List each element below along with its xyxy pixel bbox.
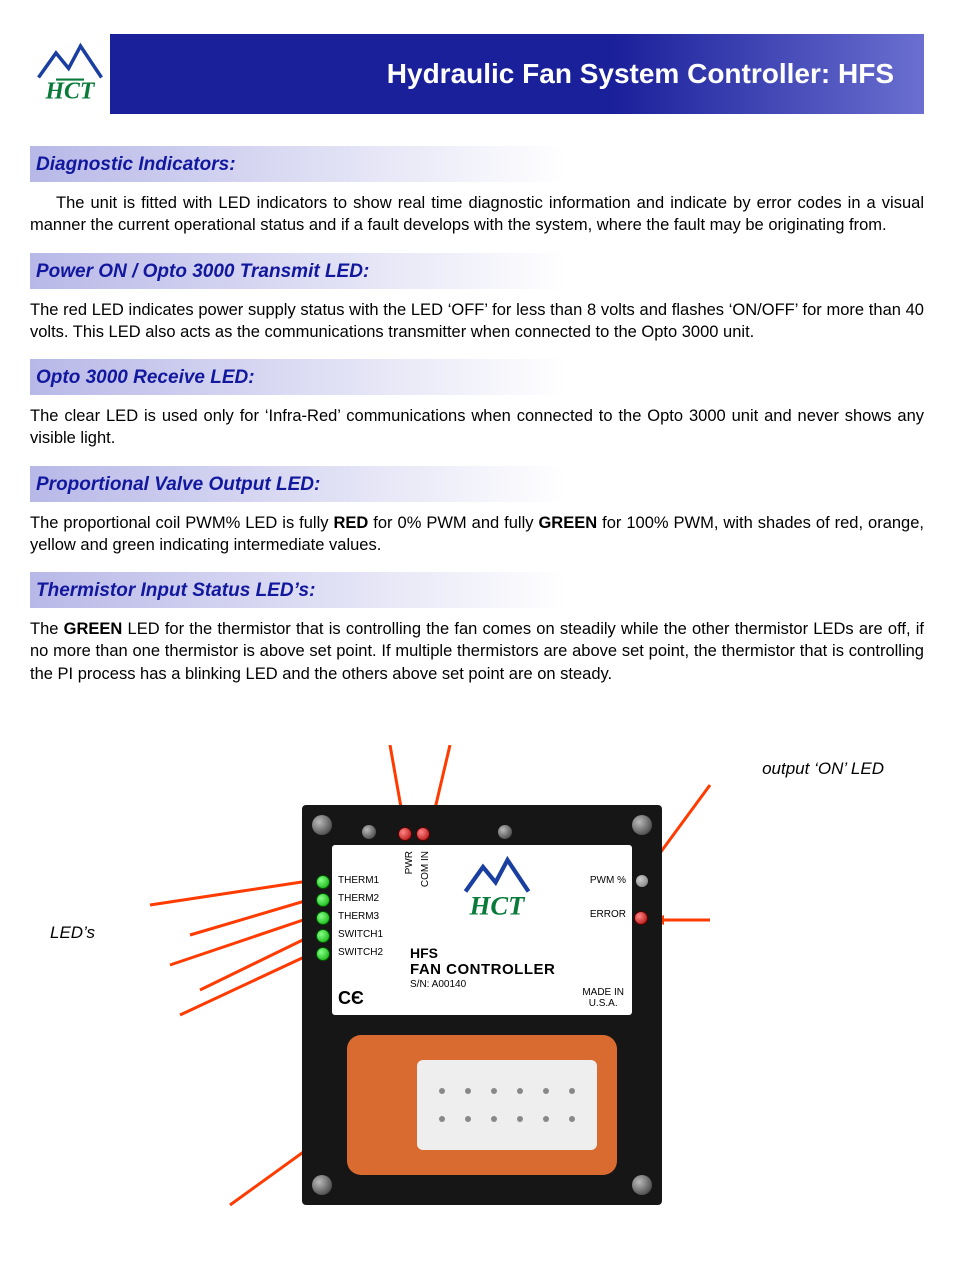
logo: HCT: [30, 34, 110, 114]
label-pwr: PWR: [404, 851, 415, 874]
led-pwm: [636, 875, 648, 887]
ce-mark: CЄ: [338, 988, 364, 1009]
led-therm2: [316, 893, 330, 907]
section-heading: Thermistor Input Status LED’s:: [30, 572, 924, 608]
section-body: The red LED indicates power supply statu…: [30, 299, 924, 344]
label-error: ERROR: [590, 909, 626, 920]
panel-fan-controller: FAN CONTROLLER: [410, 961, 555, 978]
logo-icon: HCT: [35, 39, 105, 109]
led-error: [634, 911, 648, 925]
label-pwm-pct: PWM %: [590, 875, 626, 886]
section-body: The proportional coil PWM% LED is fully …: [30, 512, 924, 557]
callout-leds: LED’s: [50, 923, 95, 943]
callout-output-led: output ‘ON’ LED: [762, 759, 884, 779]
led-com-in: [416, 827, 430, 841]
panel-hfs: HFS: [410, 945, 438, 961]
heading-text: Power ON / Opto 3000 Transmit LED:: [36, 261, 918, 283]
section-body: The GREEN LED for the thermistor that is…: [30, 618, 924, 685]
section-body: The unit is fitted with LED indicators t…: [30, 192, 924, 237]
page-title: Hydraulic Fan System Controller: HFS: [387, 58, 894, 90]
led-switch2: [316, 947, 330, 961]
panel-made-in: MADE IN U.S.A.: [582, 987, 624, 1009]
panel-row-label: SWITCH1: [338, 929, 383, 940]
heading-text: Proportional Valve Output LED:: [36, 474, 918, 496]
device-label-panel: THERM1 THERM2 THERM3 SWITCH1 SWITCH2 PWR COM…: [332, 845, 632, 1015]
section-body: The clear LED is used only for ‘Infra-Re…: [30, 405, 924, 450]
panel-row-label: THERM1: [338, 875, 379, 886]
panel-row-label: THERM3: [338, 911, 379, 922]
svg-text:HCT: HCT: [45, 79, 96, 105]
connector: [347, 1035, 617, 1175]
heading-text: Diagnostic Indicators:: [36, 154, 918, 176]
led-therm1: [316, 875, 330, 889]
panel-logo-icon: HCT: [462, 853, 532, 923]
panel-row-label: THERM2: [338, 893, 379, 904]
led-switch1: [316, 929, 330, 943]
led-pwr: [398, 827, 412, 841]
device-photo: THERM1 THERM2 THERM3 SWITCH1 SWITCH2 PWR COM…: [302, 805, 662, 1205]
heading-text: Opto 3000 Receive LED:: [36, 367, 918, 389]
heading-text: Thermistor Input Status LED’s:: [36, 580, 918, 602]
section-heading: Opto 3000 Receive LED:: [30, 359, 924, 395]
device-figure: output ‘ON’ LED LED’s: [30, 745, 924, 1245]
led-therm3: [316, 911, 330, 925]
panel-row-label: SWITCH2: [338, 947, 383, 958]
panel-sn: S/N: A00140: [410, 979, 466, 990]
section-heading: Proportional Valve Output LED:: [30, 466, 924, 502]
svg-text:HCT: HCT: [469, 891, 526, 921]
label-com-in: COM IN: [420, 851, 431, 887]
section-heading: Power ON / Opto 3000 Transmit LED:: [30, 253, 924, 289]
section-heading: Diagnostic Indicators:: [30, 146, 924, 182]
header-bar: HCT Hydraulic Fan System Controller: HFS: [30, 34, 924, 114]
